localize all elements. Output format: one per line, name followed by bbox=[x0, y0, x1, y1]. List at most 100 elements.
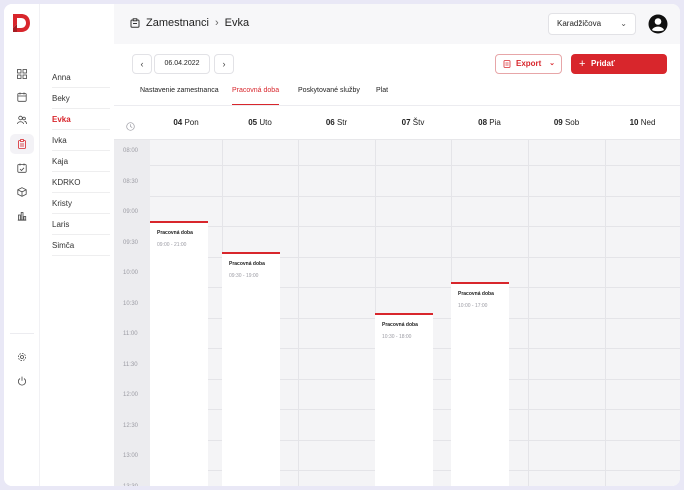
grid-row-line bbox=[150, 165, 680, 166]
work-shift-block[interactable]: Pracovná doba 10:30 - 18:00 bbox=[375, 312, 433, 486]
avatar[interactable] bbox=[648, 14, 668, 34]
plus-icon: + bbox=[579, 58, 586, 70]
time-label: 10:00 bbox=[123, 270, 139, 276]
day-header: 06 Str bbox=[298, 118, 375, 127]
location-select[interactable]: Karadžičova ⌄ bbox=[548, 13, 636, 35]
calendar-icon[interactable] bbox=[10, 87, 34, 107]
icon-rail bbox=[4, 4, 40, 486]
tab-item[interactable]: Poskytované služby bbox=[298, 87, 360, 105]
time-label: 13:30 bbox=[123, 484, 138, 487]
employee-item[interactable]: Simča bbox=[52, 236, 110, 256]
grid-column-line bbox=[528, 140, 529, 486]
shift-title: Pracovná doba bbox=[382, 321, 418, 328]
day-name: Str bbox=[336, 118, 348, 127]
users-icon[interactable] bbox=[10, 110, 34, 130]
settings-icon[interactable] bbox=[10, 347, 34, 367]
time-label: 09:00 bbox=[123, 209, 139, 215]
day-name: Ned bbox=[640, 118, 656, 127]
employee-item[interactable]: Kaja bbox=[52, 152, 110, 172]
grid-row-line bbox=[150, 226, 680, 227]
day-header: 04 Pon bbox=[150, 118, 222, 127]
employee-item[interactable]: Evka bbox=[52, 110, 110, 130]
employee-item[interactable]: Laris bbox=[52, 215, 110, 235]
shift-title: Pracovná doba bbox=[157, 230, 193, 236]
grid-column-line bbox=[605, 140, 606, 486]
tab-item[interactable]: Plat bbox=[376, 87, 388, 105]
shift-title: Pracovná doba bbox=[229, 260, 265, 267]
chevron-down-icon: ⌄ bbox=[620, 19, 627, 28]
calendar-check-icon[interactable] bbox=[10, 158, 34, 178]
toolbar: ‹ 06.04.2022 › Export ⌄ + Pridať zamestn… bbox=[114, 44, 680, 106]
export-button[interactable]: Export ⌄ bbox=[495, 54, 562, 74]
day-header: 10 Ned bbox=[605, 118, 680, 127]
top-bar: Zamestnanci › Evka Karadžičova ⌄ bbox=[114, 4, 680, 44]
location-value: Karadžičova bbox=[557, 19, 602, 28]
day-number: 08 bbox=[478, 118, 488, 127]
employee-item[interactable]: Beky bbox=[52, 89, 110, 109]
employee-item[interactable]: Ivka bbox=[52, 131, 110, 151]
clipboard-icon[interactable] bbox=[10, 134, 34, 154]
chart-icon[interactable] bbox=[10, 206, 34, 226]
work-shift-block[interactable]: Pracovná doba 10:00 - 17:00 bbox=[451, 282, 509, 486]
employee-list: Anna Beky Evka Ivka Kaja KDRKO Kristy Laris Simč… bbox=[40, 4, 114, 486]
app-window: Anna Beky Evka Ivka Kaja KDRKO Kristy Laris Simč… bbox=[4, 4, 680, 486]
shift-hours: 10:00 - 17:00 bbox=[458, 303, 488, 309]
day-name: Uto bbox=[259, 118, 272, 127]
chevron-down-icon: ⌄ bbox=[549, 60, 555, 67]
tab-item[interactable]: Pracovná doba bbox=[232, 87, 280, 105]
power-icon[interactable] bbox=[10, 371, 34, 391]
box-icon[interactable] bbox=[10, 182, 34, 202]
add-employee-button[interactable]: + Pridať zamestnanca bbox=[571, 54, 667, 88]
day-number: 06 bbox=[325, 118, 335, 127]
time-label: 11:00 bbox=[123, 331, 138, 337]
document-icon bbox=[503, 60, 511, 68]
time-label: 13:00 bbox=[123, 453, 139, 459]
time-label: 12:30 bbox=[123, 422, 139, 429]
week-header: 04 Pon 05 Uto 06 Str 07 Štv 08 Pia 09 Sob 10 N… bbox=[114, 106, 680, 140]
time-label: 12:00 bbox=[123, 392, 139, 398]
day-name: Pia bbox=[489, 118, 501, 127]
day-header: 07 Štv bbox=[375, 118, 451, 127]
export-label: Export bbox=[516, 59, 542, 68]
work-shift-block[interactable]: Pracovná doba 09:00 - 21:00 bbox=[150, 221, 208, 486]
add-employee-label: Pridať zamestnanca bbox=[591, 59, 642, 88]
grid-row-line bbox=[150, 195, 680, 197]
employee-item[interactable]: Kristy bbox=[52, 194, 110, 214]
clipboard-icon bbox=[130, 18, 140, 28]
day-number: 05 bbox=[248, 118, 258, 127]
shift-title: Pracovná doba bbox=[458, 291, 494, 297]
shift-hours: 09:30 - 19:00 bbox=[229, 272, 259, 279]
breadcrumb-current: Evka bbox=[224, 17, 250, 29]
employee-item[interactable]: Anna bbox=[52, 68, 110, 88]
day-name: Sob bbox=[564, 118, 580, 127]
dashboard-icon[interactable] bbox=[10, 64, 34, 84]
clock-icon bbox=[126, 122, 135, 131]
day-number: 07 bbox=[401, 118, 411, 127]
tab-item[interactable]: Nastavenie zamestnanca bbox=[140, 87, 219, 105]
time-label: 11:30 bbox=[123, 361, 138, 368]
day-number: 09 bbox=[553, 118, 563, 127]
prev-week-button[interactable]: ‹ bbox=[132, 54, 152, 74]
day-number: 10 bbox=[629, 118, 639, 127]
day-number: 04 bbox=[173, 118, 183, 127]
day-name: Štv bbox=[412, 118, 425, 127]
grid-column-line bbox=[298, 140, 299, 486]
next-week-button[interactable]: › bbox=[214, 54, 234, 74]
day-header: 08 Pia bbox=[451, 118, 528, 127]
rail-divider bbox=[10, 333, 34, 334]
time-label: 08:00 bbox=[123, 148, 139, 154]
time-label: 08:30 bbox=[123, 178, 139, 185]
day-header: 09 Sob bbox=[528, 118, 605, 127]
employee-item[interactable]: KDRKO bbox=[52, 173, 110, 193]
time-column: 08:00 08:30 09:00 09:30 10:00 10:30 11:00 11:30… bbox=[114, 140, 150, 486]
work-shift-block[interactable]: Pracovná doba 09:30 - 19:00 bbox=[222, 251, 280, 486]
brand-logo[interactable] bbox=[11, 13, 31, 33]
main-content: Zamestnanci › Evka Karadžičova ⌄ ‹ 06.04… bbox=[114, 4, 680, 486]
breadcrumb-section[interactable]: Zamestnanci bbox=[146, 17, 209, 29]
day-name: Pon bbox=[184, 118, 199, 127]
time-label: 09:30 bbox=[123, 239, 139, 246]
week-grid: 08:00 08:30 09:00 09:30 10:00 10:30 11:00 11:30… bbox=[114, 140, 680, 486]
date-picker[interactable]: 06.04.2022 bbox=[154, 54, 210, 74]
shift-hours: 10:30 - 18:00 bbox=[382, 333, 412, 340]
time-label: 10:30 bbox=[123, 300, 139, 307]
